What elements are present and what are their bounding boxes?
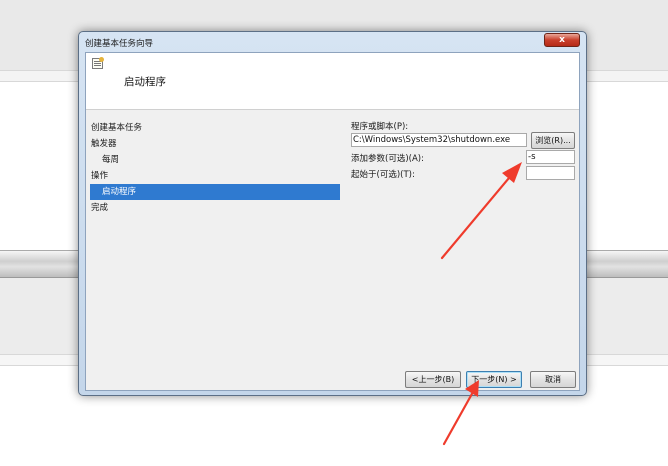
close-button[interactable]: x (544, 33, 580, 47)
next-button[interactable]: 下一步(N) > (466, 371, 522, 388)
wizard-body: 启动程序 创建基本任务 触发器 每周 操作 启动程序 完成 程序或脚本(P): … (85, 52, 580, 391)
browse-button[interactable]: 浏览(R)... (531, 132, 575, 149)
back-button[interactable]: <上一步(B) (405, 371, 461, 388)
step-trigger: 触发器 (91, 139, 117, 149)
step-finish: 完成 (91, 203, 109, 213)
step-start-program: 启动程序 (90, 184, 340, 200)
start-in-input[interactable] (526, 166, 575, 180)
args-label: 添加参数(可选)(A): (351, 154, 424, 164)
program-input[interactable]: C:\Windows\System32\shutdown.exe (351, 133, 527, 147)
wizard-header: 启动程序 (86, 53, 579, 110)
wizard-steps-list: 创建基本任务 触发器 每周 操作 启动程序 完成 (90, 120, 350, 216)
create-basic-task-wizard: 创建基本任务向导 x 启动程序 创建基本任务 触发器 每周 操作 启动程序 完成… (78, 31, 587, 396)
window-title: 创建基本任务向导 (85, 39, 154, 49)
page-title: 启动程序 (124, 76, 166, 88)
title-bar[interactable]: 创建基本任务向导 x (79, 32, 586, 52)
start-in-label: 起始于(可选)(T): (351, 170, 415, 180)
step-create-basic-task: 创建基本任务 (91, 123, 143, 133)
task-scheduler-icon (92, 57, 104, 69)
args-input[interactable]: -s (526, 150, 575, 164)
program-label: 程序或脚本(P): (351, 122, 409, 132)
cancel-button[interactable]: 取消 (530, 371, 576, 388)
step-weekly: 每周 (102, 155, 120, 165)
step-action: 操作 (91, 171, 109, 181)
